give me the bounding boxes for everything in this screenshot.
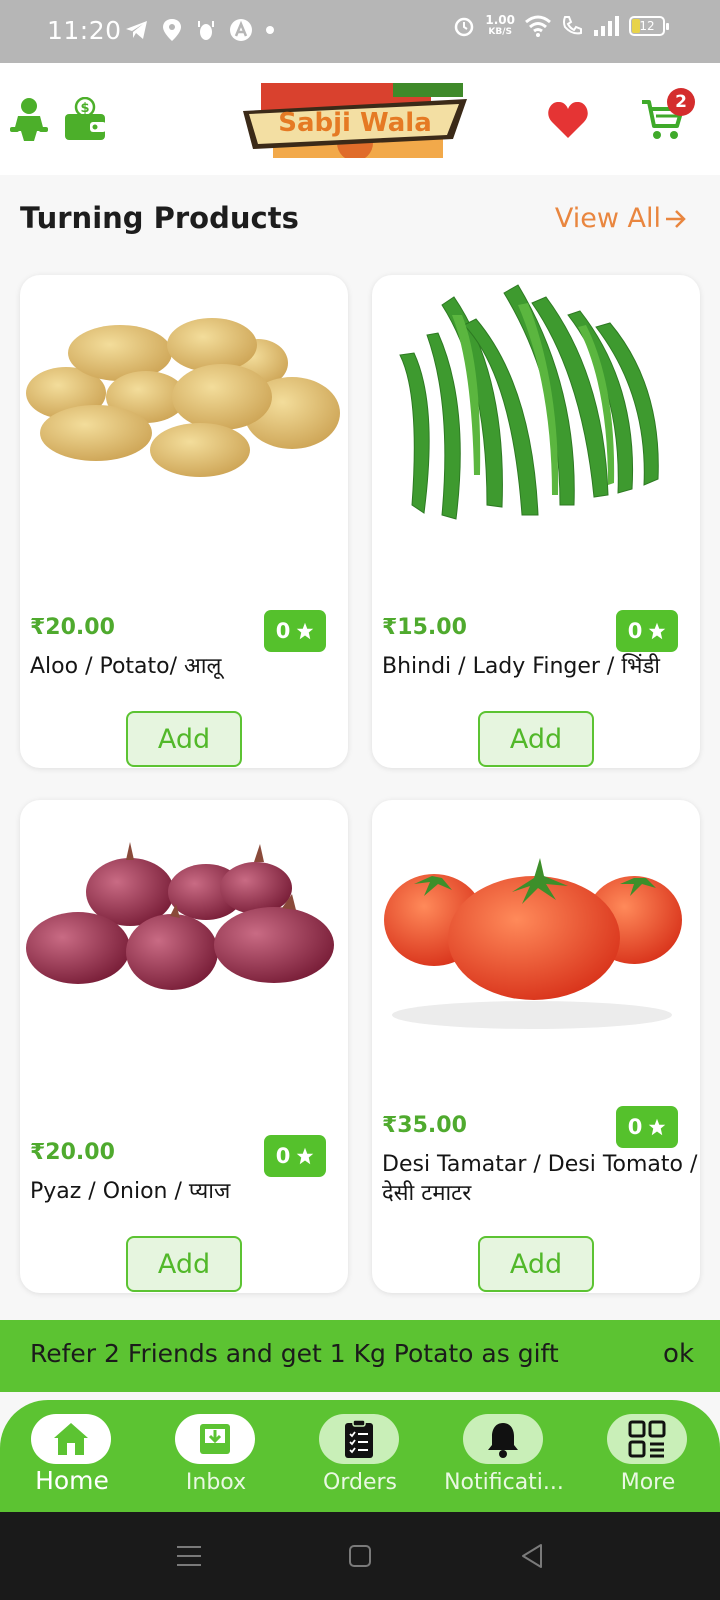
system-nav-bar	[0, 1512, 720, 1600]
product-card[interactable]: ₹20.00 0 Aloo / Potato/ आलू Add	[20, 275, 348, 768]
rating-badge: 0	[616, 610, 678, 652]
product-card[interactable]: ₹15.00 0 Bhindi / Lady Finger / भिंडी Ad…	[372, 275, 700, 768]
product-price: ₹15.00	[382, 615, 467, 640]
back-icon[interactable]	[520, 1543, 544, 1569]
tomato-image	[384, 858, 682, 1029]
dot-icon	[266, 26, 274, 34]
nav-notifications-pill	[463, 1414, 543, 1464]
status-time: 11:20	[47, 16, 122, 45]
a-circle-icon	[230, 19, 252, 41]
nav-inbox-label: Inbox	[185, 1470, 247, 1495]
home-button-icon[interactable]	[348, 1544, 372, 1568]
nav-orders-label: Orders	[323, 1470, 397, 1495]
alarm-icon	[455, 17, 474, 37]
product-name: Pyaz / Onion / प्याज	[30, 1179, 231, 1204]
potato-image	[26, 318, 340, 477]
add-button[interactable]: Add	[478, 711, 594, 767]
nav-orders-pill	[319, 1414, 399, 1464]
signal-icon	[594, 16, 619, 36]
nav-notifications[interactable]: Notificati...	[442, 1400, 564, 1512]
product-name: Bhindi / Lady Finger / भिंडी	[382, 654, 660, 679]
call-icon	[563, 16, 582, 35]
product-card[interactable]: ₹35.00 0 Desi Tamatar / Desi Tomato / दे…	[372, 800, 700, 1293]
battery-icon: 12	[629, 16, 669, 36]
recent-apps-icon[interactable]	[176, 1544, 202, 1568]
wifi-icon	[525, 15, 551, 37]
product-name: Desi Tamatar / Desi Tomato / देसी टमाटर	[382, 1152, 698, 1206]
status-system-icons: 1.00 KB/S 12	[453, 13, 669, 38]
arrow-right-icon	[666, 209, 686, 228]
star-icon	[297, 622, 314, 640]
svg-text:$: $	[80, 101, 89, 116]
rating-badge: 0	[616, 1106, 678, 1148]
refer-ok-button[interactable]: ok	[663, 1339, 694, 1369]
add-button[interactable]: Add	[126, 711, 242, 767]
nav-inbox-pill	[175, 1414, 255, 1464]
nav-home-pill	[31, 1414, 111, 1464]
orders-icon	[345, 1419, 373, 1458]
product-price: ₹20.00	[30, 615, 115, 640]
status-notification-icons	[125, 18, 275, 42]
star-icon	[297, 1147, 314, 1165]
nav-inbox[interactable]: Inbox	[154, 1400, 274, 1512]
rating-badge: 0	[264, 1135, 326, 1177]
nav-home[interactable]: Home	[10, 1400, 130, 1512]
bug-icon	[198, 21, 214, 40]
wallet-icon[interactable]: $	[64, 97, 106, 141]
view-all-link[interactable]: View All	[555, 203, 687, 234]
product-price: ₹35.00	[382, 1113, 467, 1138]
nav-orders[interactable]: Orders	[298, 1400, 418, 1512]
logo-text: Sabji Wala	[278, 108, 432, 138]
nav-more-label: More	[620, 1470, 676, 1495]
profile-icon[interactable]	[10, 97, 48, 141]
inbox-icon	[200, 1424, 230, 1454]
location-icon	[163, 19, 181, 41]
refer-message: Refer 2 Friends and get 1 Kg Potato as g…	[30, 1339, 559, 1368]
product-card[interactable]: ₹20.00 0 Pyaz / Onion / प्याज Add	[20, 800, 348, 1293]
section-title: Turning Products	[20, 201, 299, 235]
star-icon	[649, 622, 666, 640]
nav-more-pill	[607, 1414, 687, 1464]
bottom-nav: Home Inbox Orders Notificati... More	[0, 1400, 720, 1512]
cart-count-badge: 2	[667, 88, 695, 116]
add-button[interactable]: Add	[126, 1236, 242, 1292]
home-icon	[54, 1423, 88, 1455]
add-button[interactable]: Add	[478, 1236, 594, 1292]
heart-icon[interactable]	[547, 101, 589, 139]
network-speed: 1.00 KB/S	[485, 13, 515, 37]
view-all-label: View All	[554, 203, 661, 234]
product-price: ₹20.00	[30, 1140, 115, 1165]
star-icon	[649, 1118, 666, 1136]
status-bar: 11:20 1.00 KB/S 12	[0, 0, 720, 63]
nav-home-label: Home	[35, 1466, 109, 1495]
telegram-icon	[126, 21, 147, 39]
nav-notifications-label: Notificati...	[444, 1470, 564, 1495]
sabji-wala-logo: Sabji Wala	[243, 83, 467, 158]
lady-finger-image	[399, 284, 659, 520]
product-name: Aloo / Potato/ आलू	[30, 654, 222, 679]
refer-banner: Refer 2 Friends and get 1 Kg Potato as g…	[0, 1320, 720, 1392]
grid-icon	[628, 1420, 666, 1458]
rating-badge: 0	[264, 610, 326, 652]
bell-icon	[488, 1423, 518, 1458]
onion-image	[26, 842, 334, 990]
nav-more[interactable]: More	[586, 1400, 706, 1512]
